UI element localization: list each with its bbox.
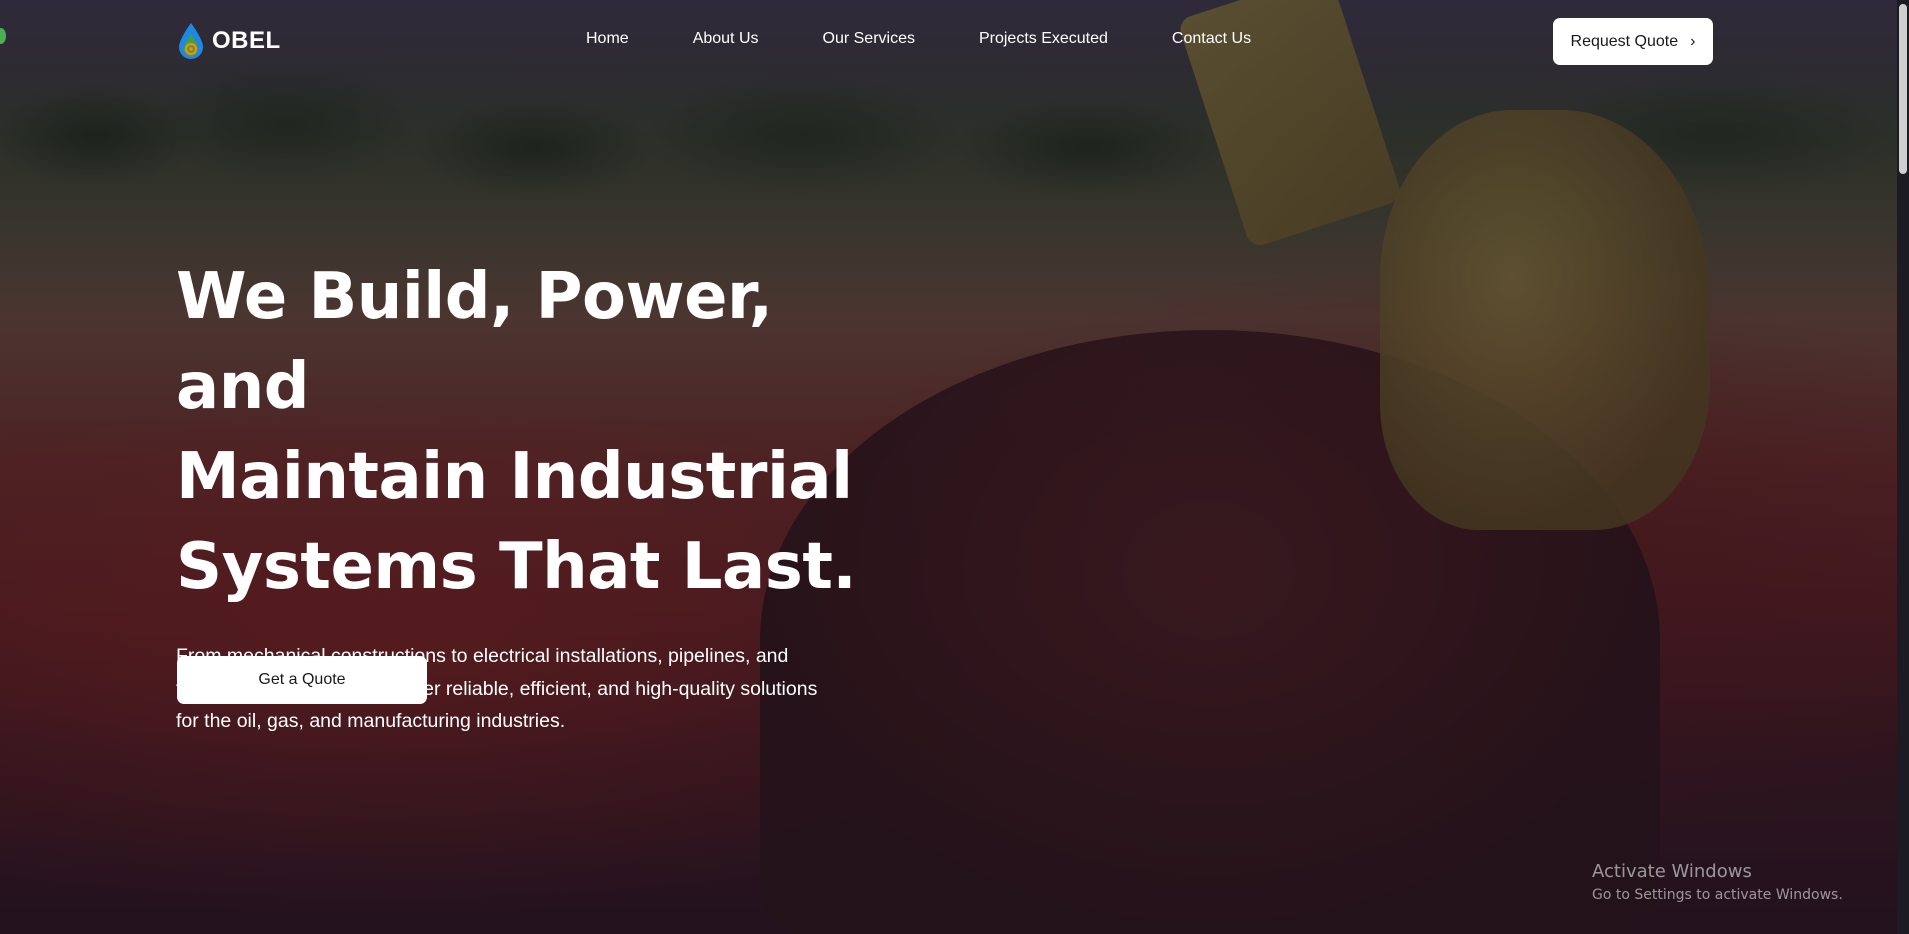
hero-heading-line: Maintain Industrial	[176, 440, 853, 514]
scrollbar-thumb[interactable]	[1899, 4, 1907, 174]
nav-item-about-us[interactable]: About Us	[693, 30, 759, 48]
hero-heading-line: Systems That Last.	[176, 530, 857, 604]
hero-description-line: for the oil, gas, and manufacturing indu…	[176, 710, 566, 732]
brand-logo[interactable]: OBEL	[176, 22, 281, 60]
get-a-quote-button[interactable]: Get a Quote	[177, 656, 427, 704]
main-nav: Home About Us Our Services Projects Exec…	[586, 30, 1315, 48]
nav-item-home[interactable]: Home	[586, 30, 629, 48]
nav-item-projects-executed[interactable]: Projects Executed	[979, 30, 1108, 48]
page-scrollbar[interactable]	[1897, 0, 1909, 934]
watermark-title: Activate Windows	[1592, 861, 1752, 882]
nav-item-our-services[interactable]: Our Services	[823, 30, 915, 48]
request-quote-button[interactable]: Request Quote ›	[1553, 18, 1713, 65]
site-header: OBEL Home About Us Our Services Projects…	[0, 0, 1909, 84]
request-quote-label: Request Quote	[1570, 32, 1679, 50]
hero-heading-line: We Build, Power, and	[176, 260, 773, 424]
brand-name: OBEL	[212, 27, 281, 54]
chevron-right-icon: ›	[1690, 32, 1696, 50]
page: OBEL Home About Us Our Services Projects…	[0, 0, 1909, 934]
watermark-subtitle: Go to Settings to activate Windows.	[1592, 887, 1843, 903]
nav-item-contact-us[interactable]: Contact Us	[1172, 30, 1251, 48]
hero-heading: We Build, Power, and Maintain Industrial…	[176, 252, 896, 612]
oil-drop-logo-icon	[179, 23, 203, 59]
windows-activation-watermark: Activate Windows Go to Settings to activ…	[1592, 860, 1843, 906]
